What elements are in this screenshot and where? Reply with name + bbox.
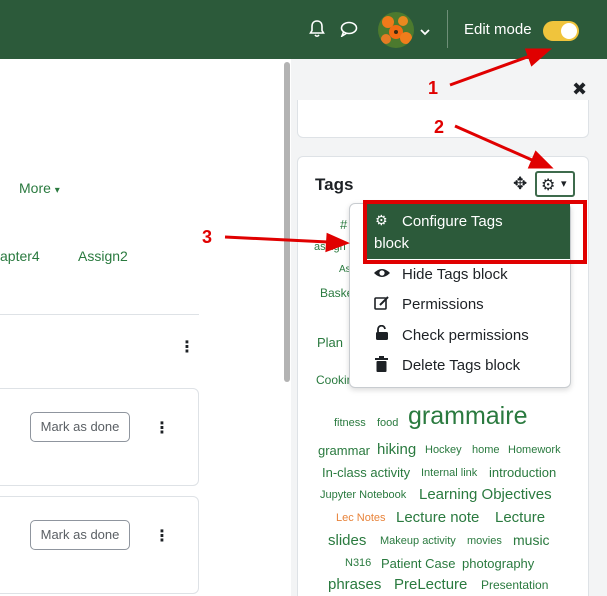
block-actions-button[interactable]: ⚙ ▾ [535,171,575,197]
menu-item-delete[interactable]: Delete Tags block [402,357,520,374]
trash-icon [375,356,388,375]
bell-icon[interactable] [309,20,325,43]
tag-link[interactable]: introduction [489,465,556,480]
edit-icon [374,295,390,314]
activity-menu-icon[interactable]: ⋮ [154,421,170,437]
edit-mode-toggle[interactable] [543,21,579,41]
tag-link[interactable]: Cookin [316,373,353,387]
tag-link[interactable]: food [377,417,398,429]
tag-link[interactable]: Hockey [425,444,462,456]
navbar-divider [447,10,448,48]
gear-icon: ⚙ [541,177,556,194]
tag-link[interactable]: Internal link [421,467,477,479]
tag-link[interactable]: Lec Notes [336,512,386,524]
eye-icon [373,266,391,282]
annotation-number: 2 [434,117,445,137]
highlight-box [363,200,587,264]
tags-block-title: Tags [315,175,354,194]
tab-assign2[interactable]: Assign2 [78,248,128,264]
tag-link[interactable]: In-class activity [322,465,410,480]
menu-item-permissions[interactable]: Permissions [402,296,484,313]
mark-as-done-button[interactable]: Mark as done [30,520,130,550]
activity-menu-icon[interactable]: ⋮ [154,529,170,545]
tag-link[interactable]: Presentation [481,578,548,592]
main-scrollbar[interactable] [284,62,290,382]
close-icon[interactable]: ✖ [572,79,587,100]
tag-link[interactable]: fitness [334,417,366,429]
tag-link[interactable]: music [513,532,550,548]
tag-link[interactable]: slides [328,532,366,549]
section-menu-icon[interactable]: ⋮ [179,340,195,356]
tag-link[interactable]: home [472,444,500,456]
chevron-down-icon: ▾ [54,185,60,196]
tag-link[interactable]: Makeup activity [380,535,456,547]
tag-link[interactable]: # [340,217,347,232]
tag-link[interactable]: Homework [508,444,561,456]
tag-link[interactable]: grammaire [408,402,527,431]
tag-link[interactable]: grammar [318,443,370,458]
tag-link[interactable]: Lecture note [396,509,479,526]
annotation-number: 1 [428,78,439,98]
tag-link[interactable]: movies [467,535,502,547]
section-divider [0,314,199,315]
more-label: More [19,180,51,196]
more-menu-link[interactable]: More ▾ [19,180,60,196]
tag-link[interactable]: phrases [328,576,381,593]
chat-icon[interactable] [340,21,358,42]
tag-link[interactable]: photography [462,556,534,571]
tab-chapter4[interactable]: apter4 [0,248,40,264]
annotation-number: 3 [202,227,213,247]
move-icon[interactable]: ✥ [513,174,527,194]
toggle-knob [561,23,577,39]
unlock-icon [375,324,389,344]
tag-link[interactable]: hiking [377,441,416,458]
tag-link[interactable]: Patient Case [381,556,455,571]
tag-link[interactable]: Lecture [495,509,545,526]
menu-item-hide[interactable]: Hide Tags block [402,266,508,283]
tag-link[interactable]: PreLecture [394,576,467,593]
tag-link[interactable]: N316 [345,557,371,569]
tag-link[interactable]: Learning Objectives [419,486,552,503]
menu-item-check-permissions[interactable]: Check permissions [402,327,529,344]
top-navbar: Edit mode [0,0,607,59]
chevron-down-icon: ▾ [561,178,567,190]
tag-link[interactable]: Jupyter Notebook [320,489,406,501]
avatar[interactable] [378,12,414,48]
mark-as-done-button[interactable]: Mark as done [30,412,130,442]
tag-link[interactable]: assign [314,241,346,253]
edit-mode-label: Edit mode [464,21,532,38]
tag-link[interactable]: Plan [317,335,343,350]
chevron-down-icon[interactable] [420,23,430,41]
